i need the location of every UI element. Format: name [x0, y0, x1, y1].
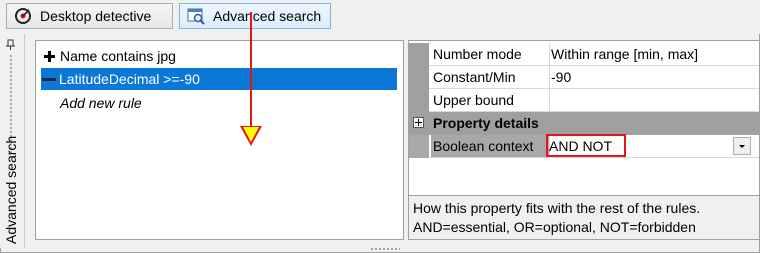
- property-name: Upper bound: [431, 89, 550, 111]
- property-name: Constant/Min: [431, 66, 550, 88]
- desktop-detective-button[interactable]: Desktop detective: [6, 3, 173, 29]
- property-value[interactable]: -90: [549, 66, 759, 88]
- property-name: Boolean context: [431, 135, 550, 157]
- target-icon: [14, 7, 32, 25]
- help-text-line: How this property fits with the rest of …: [413, 200, 701, 216]
- annotation-arrow-fill: [243, 127, 259, 142]
- desktop-detective-label: Desktop detective: [40, 8, 152, 24]
- minus-icon[interactable]: [41, 68, 57, 90]
- dropdown-arrow-icon[interactable]: [733, 137, 751, 155]
- advanced-search-label: Advanced search: [213, 8, 322, 24]
- property-category[interactable]: Property details: [409, 112, 759, 135]
- property-row[interactable]: Upper bound: [409, 89, 759, 112]
- rules-panel: Name contains jpg LatitudeDecimal >=-90 …: [35, 40, 404, 240]
- toolbar: Desktop detective Advanced search: [0, 0, 760, 34]
- rule-item[interactable]: Name contains jpg: [42, 45, 176, 67]
- property-name: Number mode: [431, 43, 550, 65]
- row-gutter: [409, 66, 429, 89]
- annotation-arrow-line: [250, 12, 252, 127]
- plus-icon[interactable]: [42, 45, 58, 67]
- rule-item-selected[interactable]: LatitudeDecimal >=-90: [41, 68, 397, 90]
- row-gutter: [409, 43, 429, 66]
- expand-icon[interactable]: [413, 117, 424, 128]
- rule-label: LatitudeDecimal >=-90: [59, 71, 200, 87]
- help-panel: How this property fits with the rest of …: [409, 195, 759, 239]
- property-value[interactable]: [549, 89, 759, 111]
- advanced-search-button[interactable]: Advanced search: [179, 3, 331, 29]
- property-row[interactable]: Constant/Min -90: [409, 66, 759, 89]
- property-grid: Number mode Within range [min, max] Cons…: [408, 40, 760, 240]
- help-text-line: AND=essential, OR=optional, NOT=forbidde…: [413, 219, 696, 235]
- rule-label: Name contains jpg: [60, 48, 176, 64]
- property-value[interactable]: Within range [min, max]: [549, 43, 759, 65]
- property-row[interactable]: Number mode Within range [min, max]: [409, 43, 759, 66]
- add-new-rule-link[interactable]: Add new rule: [60, 92, 142, 114]
- splitter-handle[interactable]: [370, 247, 400, 251]
- row-gutter: [409, 135, 429, 158]
- category-label: Property details: [433, 115, 539, 131]
- row-gutter: [409, 89, 429, 112]
- side-tab-label: Advanced search: [3, 135, 19, 244]
- highlight-box: [546, 134, 626, 157]
- search-window-icon: [187, 7, 205, 25]
- pin-icon[interactable]: [5, 38, 17, 50]
